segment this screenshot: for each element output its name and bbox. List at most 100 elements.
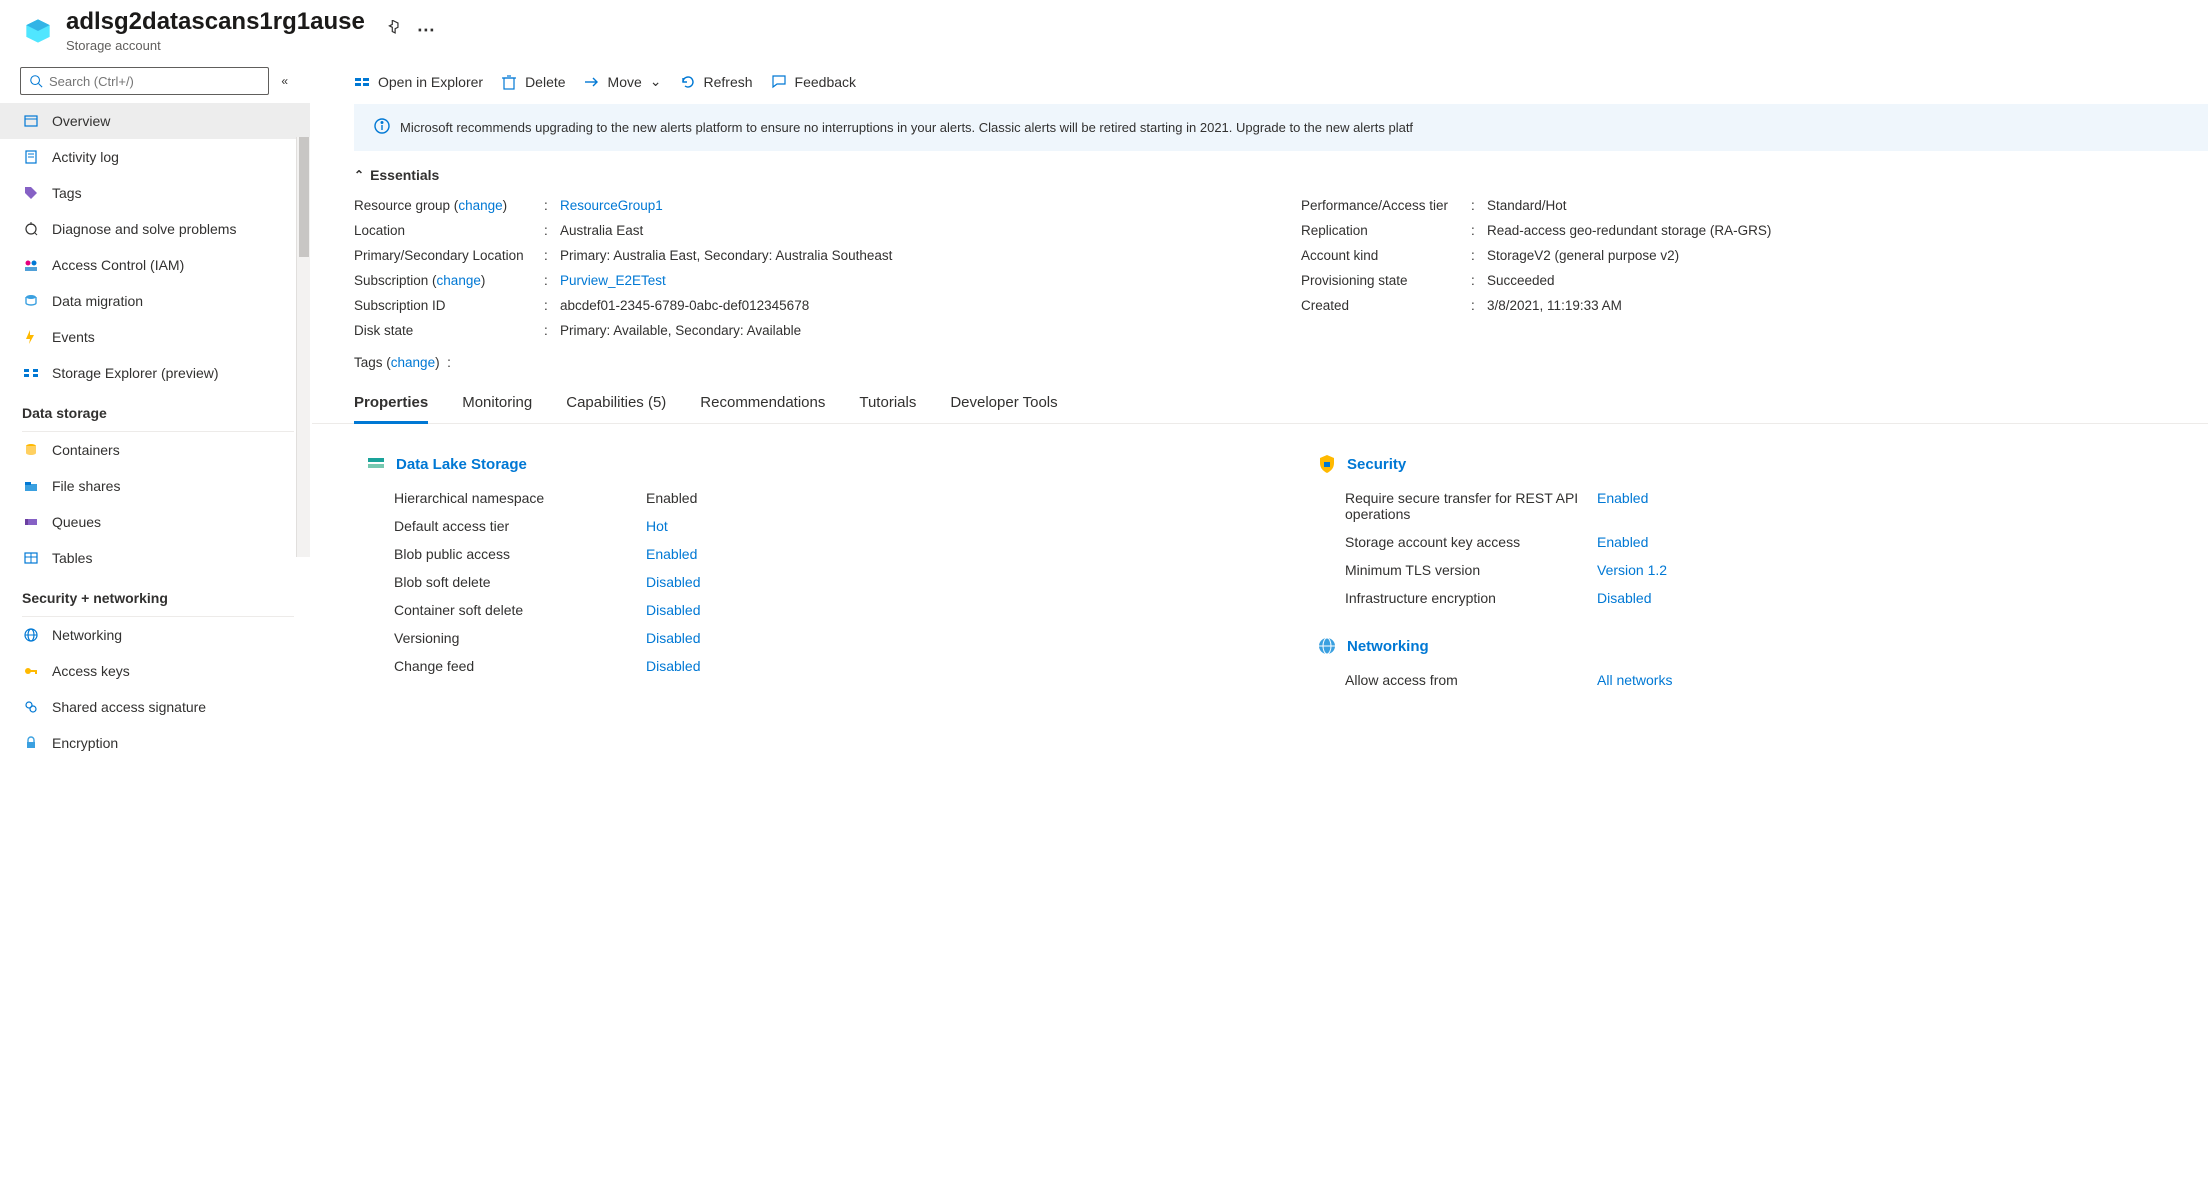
property-section-title: Security xyxy=(1317,448,2208,484)
pin-icon[interactable] xyxy=(385,20,401,41)
tab-recommendations[interactable]: Recommendations xyxy=(700,386,825,423)
essentials-row: Created:3/8/2021, 11:19:33 AM xyxy=(1301,293,2208,318)
essentials-value: Primary: Available, Secondary: Available xyxy=(560,323,801,338)
sidebar-item-tags[interactable]: Tags xyxy=(0,175,310,211)
essentials-row: Disk state:Primary: Available, Secondary… xyxy=(354,318,1261,343)
property-value-link[interactable]: Enabled xyxy=(646,546,697,562)
sidebar-item-events[interactable]: Events xyxy=(0,319,310,355)
sidebar-item-migration[interactable]: Data migration xyxy=(0,283,310,319)
sidebar-item-queues[interactable]: Queues xyxy=(0,504,310,540)
property-value-link[interactable]: Disabled xyxy=(646,602,700,618)
essentials-label: Resource group (change) xyxy=(354,198,544,213)
property-value-link[interactable]: Disabled xyxy=(646,630,700,646)
sidebar-item-label: Shared access signature xyxy=(52,699,206,715)
arrow-right-icon xyxy=(584,74,600,90)
essentials-value-link[interactable]: Purview_E2ETest xyxy=(560,273,666,288)
tab-tutorials[interactable]: Tutorials xyxy=(859,386,916,423)
sidebar-item-label: Tags xyxy=(52,185,82,201)
sidebar-item-label: Encryption xyxy=(52,735,118,751)
tab-properties[interactable]: Properties xyxy=(354,386,428,424)
tables-icon xyxy=(22,549,40,567)
essentials-value: Purview_E2ETest xyxy=(560,273,666,288)
shield-icon xyxy=(1317,454,1337,474)
feedback-button[interactable]: Feedback xyxy=(771,74,856,90)
sidebar: « Overview Activity log Tags Diagnose and s… xyxy=(0,63,312,1196)
essentials-label: Performance/Access tier xyxy=(1301,198,1471,213)
essentials-label: Disk state xyxy=(354,323,544,338)
essentials-value: Succeeded xyxy=(1487,273,1555,288)
essentials-value: Standard/Hot xyxy=(1487,198,1567,213)
sidebar-item-encryption[interactable]: Encryption xyxy=(0,725,310,761)
sidebar-item-sas[interactable]: Shared access signature xyxy=(0,689,310,725)
property-value-link[interactable]: Enabled xyxy=(1597,534,1648,550)
sidebar-item-containers[interactable]: Containers xyxy=(0,432,310,468)
sidebar-item-label: Diagnose and solve problems xyxy=(52,221,236,237)
storage-account-icon xyxy=(24,17,52,45)
sidebar-item-iam[interactable]: Access Control (IAM) xyxy=(0,247,310,283)
diagnose-icon xyxy=(22,220,40,238)
collapse-sidebar-button[interactable]: « xyxy=(277,74,292,88)
property-label: Storage account key access xyxy=(1317,534,1597,550)
tab-monitoring[interactable]: Monitoring xyxy=(462,386,532,423)
essentials-value: 3/8/2021, 11:19:33 AM xyxy=(1487,298,1622,313)
property-value: Enabled xyxy=(646,490,697,506)
open-in-explorer-button[interactable]: Open in Explorer xyxy=(354,74,483,90)
sidebar-item-explorer[interactable]: Storage Explorer (preview) xyxy=(0,355,310,391)
refresh-button[interactable]: Refresh xyxy=(680,74,753,90)
change-link[interactable]: change xyxy=(437,273,481,288)
property-value-link[interactable]: Hot xyxy=(646,518,668,534)
property-value-link[interactable]: Version 1.2 xyxy=(1597,562,1667,578)
essentials-toggle[interactable]: ⌃ Essentials xyxy=(312,161,2208,193)
property-label: Blob soft delete xyxy=(366,574,646,590)
sidebar-item-overview[interactable]: Overview xyxy=(0,103,310,139)
sidebar-section-header[interactable]: Data storage xyxy=(0,391,310,427)
tab-developer-tools[interactable]: Developer Tools xyxy=(950,386,1057,423)
essentials-row: Provisioning state:Succeeded xyxy=(1301,268,2208,293)
scrollbar-thumb[interactable] xyxy=(299,137,309,257)
property-row: Require secure transfer for REST API ope… xyxy=(1317,484,2208,528)
queues-icon xyxy=(22,513,40,531)
sidebar-item-diagnose[interactable]: Diagnose and solve problems xyxy=(0,211,310,247)
essentials-value: Primary: Australia East, Secondary: Aust… xyxy=(560,248,892,263)
sidebar-item-label: Tables xyxy=(52,550,92,566)
property-value-link[interactable]: Disabled xyxy=(646,658,700,674)
sidebar-item-accesskeys[interactable]: Access keys xyxy=(0,653,310,689)
trash-icon xyxy=(501,74,517,90)
change-link[interactable]: change xyxy=(458,198,502,213)
sidebar-item-networking[interactable]: Networking xyxy=(0,617,310,653)
property-label: Allow access from xyxy=(1317,672,1597,688)
property-row: VersioningDisabled xyxy=(366,624,1257,652)
search-icon xyxy=(29,74,43,88)
move-button[interactable]: Move ⌄ xyxy=(584,73,662,90)
info-icon xyxy=(374,118,390,137)
search-input[interactable] xyxy=(20,67,269,95)
sidebar-item-tables[interactable]: Tables xyxy=(0,540,310,576)
property-row: Storage account key accessEnabled xyxy=(1317,528,2208,556)
sidebar-item-label: Containers xyxy=(52,442,120,458)
sidebar-item-label: Access keys xyxy=(52,663,130,679)
property-value-link[interactable]: Disabled xyxy=(1597,590,1651,606)
essentials-label: Primary/Secondary Location xyxy=(354,248,544,263)
property-row: Minimum TLS versionVersion 1.2 xyxy=(1317,556,2208,584)
essentials-value-link[interactable]: ResourceGroup1 xyxy=(560,198,663,213)
property-label: Change feed xyxy=(366,658,646,674)
property-value-link[interactable]: All networks xyxy=(1597,672,1672,688)
more-icon[interactable]: ⋯ xyxy=(417,20,435,41)
sidebar-item-label: Activity log xyxy=(52,149,119,165)
tab-capabilities-[interactable]: Capabilities (5) xyxy=(566,386,666,423)
property-value-link[interactable]: Enabled xyxy=(1597,490,1648,506)
sidebar-item-activity[interactable]: Activity log xyxy=(0,139,310,175)
upgrade-alerts-banner[interactable]: Microsoft recommends upgrading to the ne… xyxy=(354,104,2208,151)
property-value-link[interactable]: Disabled xyxy=(646,574,700,590)
tags-change-link[interactable]: change xyxy=(391,355,435,370)
chevron-up-icon: ⌃ xyxy=(354,168,364,182)
essentials-value: abcdef01-2345-6789-0abc-def012345678 xyxy=(560,298,809,313)
sidebar-item-fileshares[interactable]: File shares xyxy=(0,468,310,504)
sidebar-item-label: Data migration xyxy=(52,293,143,309)
property-row: Blob soft deleteDisabled xyxy=(366,568,1257,596)
overview-icon xyxy=(22,112,40,130)
delete-button[interactable]: Delete xyxy=(501,74,565,90)
events-icon xyxy=(22,328,40,346)
sidebar-section-header[interactable]: Security + networking xyxy=(0,576,310,612)
sidebar-scrollbar[interactable] xyxy=(296,137,310,557)
